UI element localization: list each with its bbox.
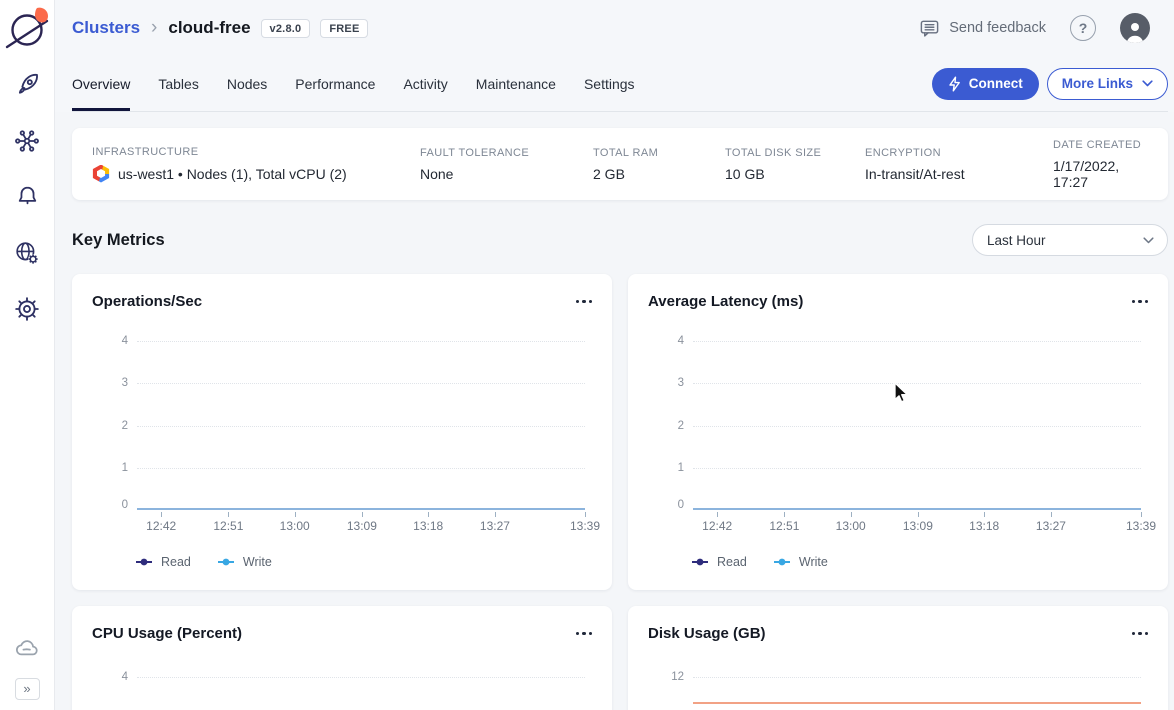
read-series-marker-icon — [135, 558, 153, 566]
send-feedback-button[interactable]: Send feedback — [919, 18, 1046, 39]
disk-capacity-line — [693, 702, 1141, 704]
user-avatar[interactable] — [1120, 13, 1150, 43]
gridline: 4 — [137, 677, 585, 678]
gcp-hexagon-icon — [92, 165, 110, 183]
feedback-bubble-icon — [919, 18, 940, 39]
sidebar-item-settings[interactable] — [14, 295, 41, 322]
sidebar-item-topology[interactable] — [14, 127, 41, 154]
sidebar-nav — [14, 71, 41, 322]
sidebar-item-cluster[interactable] — [14, 71, 41, 98]
legend-write[interactable]: Write — [217, 555, 272, 569]
info-total-ram: TOTAL RAM 2 GB — [593, 147, 725, 182]
tab-actions: Connect More Links — [932, 68, 1168, 100]
gridline: 12 — [693, 677, 1141, 678]
person-icon — [1122, 19, 1148, 43]
rocket-icon — [14, 72, 40, 98]
tab-activity[interactable]: Activity — [403, 56, 447, 111]
help-question-icon: ? — [1079, 20, 1088, 36]
tab-maintenance[interactable]: Maintenance — [476, 56, 556, 111]
read-series-marker-icon — [691, 558, 709, 566]
info-fault-tolerance: FAULT TOLERANCE None — [420, 147, 593, 182]
lightning-bolt-icon — [948, 76, 961, 92]
chart-card-operations: Operations/Sec 4 3 2 1 0 12:42 12:51 13:… — [72, 274, 612, 590]
help-button[interactable]: ? — [1070, 15, 1096, 41]
cloud-status-item[interactable] — [14, 635, 41, 662]
sidebar-item-alerts[interactable] — [14, 183, 41, 210]
chart-card-cpu: CPU Usage (Percent) 4 — [72, 606, 612, 710]
ellipsis-menu-icon[interactable] — [1132, 626, 1149, 642]
info-infrastructure: INFRASTRUCTURE us-west1 • Nodes (1), Tot… — [92, 146, 420, 183]
plot-area: 4 3 2 1 0 12:42 12:51 13:00 13:09 13:18 … — [137, 341, 585, 510]
tab-tables[interactable]: Tables — [158, 56, 198, 111]
sidebar: » — [0, 0, 55, 710]
chart-title: Operations/Sec — [92, 293, 202, 310]
chart-card-latency: Average Latency (ms) 4 3 2 1 0 12:42 12:… — [628, 274, 1168, 590]
key-metrics-title: Key Metrics — [72, 231, 165, 250]
tab-bar: Overview Tables Nodes Performance Activi… — [55, 56, 1174, 112]
info-date-created: DATE CREATED 1/17/2022, 17:27 — [1053, 139, 1148, 190]
tab-performance[interactable]: Performance — [295, 56, 375, 111]
time-range-select[interactable]: Last Hour — [972, 224, 1168, 256]
tab-settings[interactable]: Settings — [584, 56, 635, 111]
header-right: Send feedback ? — [919, 13, 1150, 43]
charts-grid: Operations/Sec 4 3 2 1 0 12:42 12:51 13:… — [72, 274, 1168, 710]
cluster-overview-page: » Clusters › cloud-free v2.8.0 FREE Send… — [0, 0, 1174, 710]
connect-button[interactable]: Connect — [932, 68, 1039, 100]
chart-title: CPU Usage (Percent) — [92, 625, 242, 642]
x-axis-line: 0 — [693, 508, 1141, 510]
tab-nodes[interactable]: Nodes — [227, 56, 267, 111]
legend-write[interactable]: Write — [773, 555, 828, 569]
info-encryption: ENCRYPTION In-transit/At-rest — [865, 147, 1053, 182]
ellipsis-menu-icon[interactable] — [576, 294, 593, 310]
breadcrumb-cluster-name: cloud-free — [168, 18, 250, 38]
chart-legend: Read Write — [691, 555, 828, 569]
write-series-marker-icon — [773, 558, 791, 566]
ellipsis-menu-icon[interactable] — [1132, 294, 1149, 310]
breadcrumb-clusters-link[interactable]: Clusters — [72, 18, 140, 38]
more-links-label: More Links — [1062, 76, 1133, 91]
planet-rocket-logo[interactable] — [4, 5, 50, 51]
legend-read[interactable]: Read — [691, 555, 747, 569]
network-nodes-icon — [14, 128, 40, 154]
more-links-button[interactable]: More Links — [1047, 68, 1168, 100]
key-metrics-row: Key Metrics Last Hour — [72, 224, 1168, 256]
connect-label: Connect — [969, 76, 1023, 91]
write-series-marker-icon — [217, 558, 235, 566]
chart-title: Average Latency (ms) — [648, 293, 803, 310]
gear-icon — [14, 296, 40, 322]
chart-title: Disk Usage (GB) — [648, 625, 766, 642]
main-content: INFRASTRUCTURE us-west1 • Nodes (1), Tot… — [55, 112, 1174, 710]
plot-area: 4 3 2 1 0 12:42 12:51 13:00 13:09 13:18 … — [693, 341, 1141, 510]
send-feedback-label: Send feedback — [949, 20, 1046, 36]
ellipsis-menu-icon[interactable] — [576, 626, 593, 642]
legend-read[interactable]: Read — [135, 555, 191, 569]
sidebar-bottom: » — [14, 635, 41, 710]
sidebar-expand-button[interactable]: » — [15, 678, 40, 700]
version-badge: v2.8.0 — [261, 19, 311, 38]
tabs: Overview Tables Nodes Performance Activi… — [72, 56, 635, 111]
cluster-info-card: INFRASTRUCTURE us-west1 • Nodes (1), Tot… — [72, 128, 1168, 200]
chevron-down-icon — [1143, 237, 1154, 244]
top-header: Clusters › cloud-free v2.8.0 FREE Send f… — [55, 0, 1174, 56]
chevron-down-icon — [1142, 80, 1153, 87]
plan-badge: FREE — [320, 19, 368, 38]
breadcrumb-separator-icon: › — [151, 17, 157, 39]
x-axis-line: 0 — [137, 508, 585, 510]
sidebar-item-regions[interactable] — [14, 239, 41, 266]
tab-overview[interactable]: Overview — [72, 56, 130, 111]
globe-gear-icon — [14, 240, 40, 266]
time-range-value: Last Hour — [987, 233, 1046, 248]
info-total-disk-size: TOTAL DISK SIZE 10 GB — [725, 147, 865, 182]
chart-legend: Read Write — [135, 555, 272, 569]
chart-card-disk: Disk Usage (GB) 12 — [628, 606, 1168, 710]
cloud-icon — [14, 636, 40, 662]
bell-icon — [15, 184, 40, 209]
